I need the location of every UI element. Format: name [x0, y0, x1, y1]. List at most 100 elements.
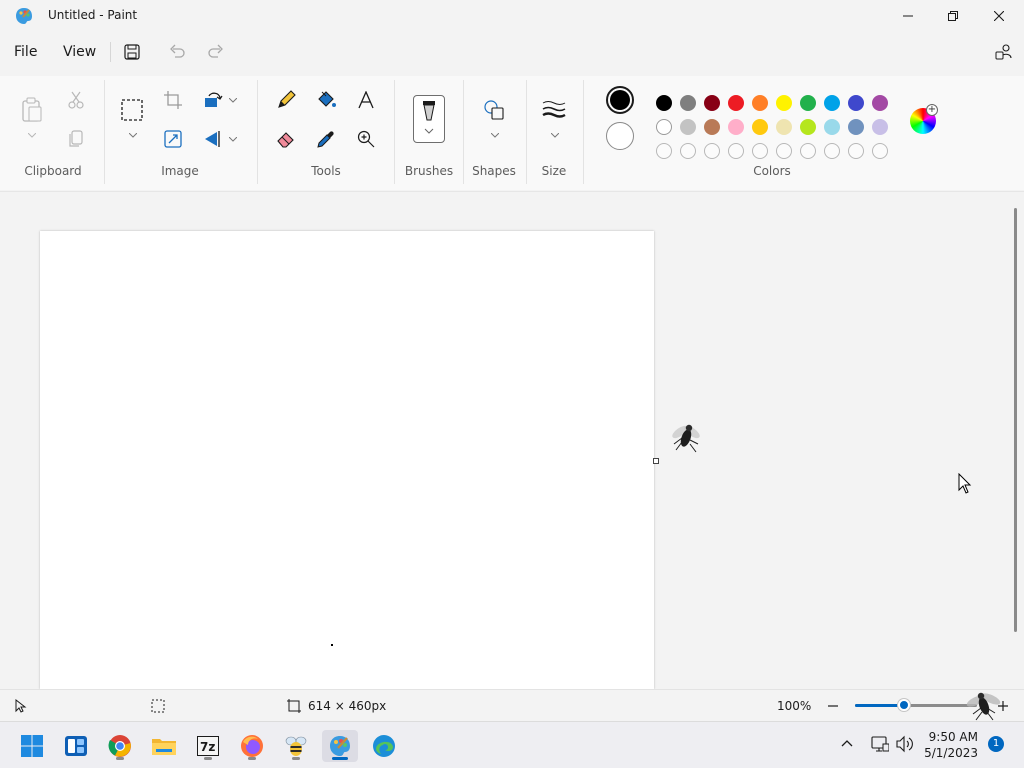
- running-indicator: [248, 757, 256, 760]
- color-swatch[interactable]: [680, 119, 696, 135]
- primary-color-swatch[interactable]: [606, 86, 634, 114]
- view-menu[interactable]: View: [57, 42, 102, 62]
- zoom-slider-fill: [855, 704, 904, 707]
- account-icon: [995, 44, 1012, 60]
- size-dropdown[interactable]: [550, 130, 560, 140]
- color-swatch[interactable]: [752, 95, 768, 111]
- color-picker-tool[interactable]: [312, 125, 340, 153]
- shapes-icon: [484, 100, 504, 120]
- custom-color-slot[interactable]: [776, 143, 792, 159]
- minimize-button[interactable]: [885, 0, 931, 32]
- color-swatch[interactable]: [872, 95, 888, 111]
- network-button[interactable]: [871, 735, 890, 756]
- stroke-size-icon: [542, 101, 566, 118]
- crop-button[interactable]: [159, 86, 187, 114]
- taskbar-widgets[interactable]: [58, 730, 94, 762]
- color-swatch[interactable]: [728, 119, 744, 135]
- pencil-tool[interactable]: [272, 86, 300, 114]
- color-swatch[interactable]: [680, 95, 696, 111]
- ribbon-divider: [526, 80, 527, 184]
- color-swatch[interactable]: [704, 119, 720, 135]
- secondary-color-swatch[interactable]: [606, 122, 634, 150]
- size-group-label: Size: [541, 164, 567, 178]
- close-button[interactable]: [976, 0, 1022, 32]
- color-swatch[interactable]: [824, 119, 840, 135]
- custom-color-slot[interactable]: [800, 143, 816, 159]
- taskbar-edge[interactable]: [366, 730, 402, 762]
- copy-button[interactable]: [62, 125, 90, 153]
- undo-button[interactable]: [165, 40, 189, 64]
- zoom-slider-thumb[interactable]: [897, 699, 910, 711]
- color-swatch[interactable]: [848, 119, 864, 135]
- vertical-scrollbar[interactable]: [1014, 208, 1017, 632]
- image-group-label: Image: [161, 164, 199, 178]
- drawing-canvas[interactable]: [40, 231, 654, 689]
- flip-dropdown[interactable]: [228, 134, 238, 144]
- rotate-dropdown[interactable]: [228, 95, 238, 105]
- custom-color-slot[interactable]: [872, 143, 888, 159]
- magnifier-tool[interactable]: [352, 125, 380, 153]
- file-menu[interactable]: File: [8, 42, 43, 62]
- custom-color-slot[interactable]: [728, 143, 744, 159]
- color-swatch[interactable]: [728, 95, 744, 111]
- paint-app-icon: [14, 6, 34, 26]
- color-swatch[interactable]: [824, 95, 840, 111]
- zoom-out-button[interactable]: [826, 699, 840, 716]
- color-swatch[interactable]: [752, 119, 768, 135]
- shapes-dropdown[interactable]: [490, 130, 500, 140]
- zoom-slider[interactable]: [855, 704, 977, 707]
- shapes-group-label: Shapes: [472, 164, 516, 178]
- save-button[interactable]: [120, 40, 144, 64]
- eraser-tool[interactable]: [272, 125, 300, 153]
- copy-icon: [69, 130, 83, 147]
- taskbar: 7z 9:50 AM 5/1/2023: [0, 721, 1024, 768]
- taskbar-file-explorer[interactable]: [146, 730, 182, 762]
- color-swatch[interactable]: [872, 119, 888, 135]
- taskbar-bee-app[interactable]: [278, 730, 314, 762]
- color-swatch[interactable]: [800, 119, 816, 135]
- custom-color-slot[interactable]: [656, 143, 672, 159]
- select-dropdown[interactable]: [128, 130, 138, 140]
- fill-tool[interactable]: [312, 86, 340, 114]
- custom-color-slot[interactable]: [752, 143, 768, 159]
- redo-button[interactable]: [204, 40, 228, 64]
- custom-color-slot[interactable]: [824, 143, 840, 159]
- start-button[interactable]: [14, 730, 50, 762]
- system-clock[interactable]: 9:50 AM 5/1/2023: [920, 729, 978, 761]
- color-swatch[interactable]: [656, 119, 672, 135]
- text-tool[interactable]: [352, 86, 380, 114]
- paint-icon: [330, 736, 350, 756]
- color-swatch[interactable]: [776, 119, 792, 135]
- taskbar-firefox[interactable]: [234, 730, 270, 762]
- canvas-resize-handle[interactable]: [653, 458, 659, 464]
- resize-button[interactable]: [159, 125, 187, 153]
- taskbar-paint[interactable]: [322, 730, 358, 762]
- paste-button[interactable]: [18, 96, 46, 124]
- select-button[interactable]: [118, 96, 146, 124]
- rotate-button[interactable]: [199, 86, 227, 114]
- custom-color-slot[interactable]: [848, 143, 864, 159]
- account-button[interactable]: [992, 40, 1016, 64]
- clock-date: 5/1/2023: [924, 746, 978, 760]
- taskbar-7zip[interactable]: 7z: [190, 730, 226, 762]
- volume-button[interactable]: [895, 735, 913, 756]
- color-swatch[interactable]: [704, 95, 720, 111]
- color-swatch[interactable]: [800, 95, 816, 111]
- show-hidden-icons-button[interactable]: [840, 736, 854, 753]
- custom-color-slot[interactable]: [704, 143, 720, 159]
- color-swatch[interactable]: [848, 95, 864, 111]
- brushes-button[interactable]: [413, 95, 445, 143]
- restore-button[interactable]: [930, 0, 976, 32]
- paste-dropdown[interactable]: [27, 130, 37, 140]
- flip-button[interactable]: [199, 125, 227, 153]
- custom-color-slot[interactable]: [680, 143, 696, 159]
- menu-bar: File View: [0, 34, 1024, 70]
- chevron-down-icon: [28, 132, 36, 138]
- color-swatch[interactable]: [776, 95, 792, 111]
- cut-button[interactable]: [62, 86, 90, 114]
- shapes-button[interactable]: [480, 96, 508, 124]
- color-swatch[interactable]: [656, 95, 672, 111]
- notification-badge[interactable]: 1: [988, 736, 1004, 752]
- size-button[interactable]: [540, 96, 568, 124]
- taskbar-chrome[interactable]: [102, 730, 138, 762]
